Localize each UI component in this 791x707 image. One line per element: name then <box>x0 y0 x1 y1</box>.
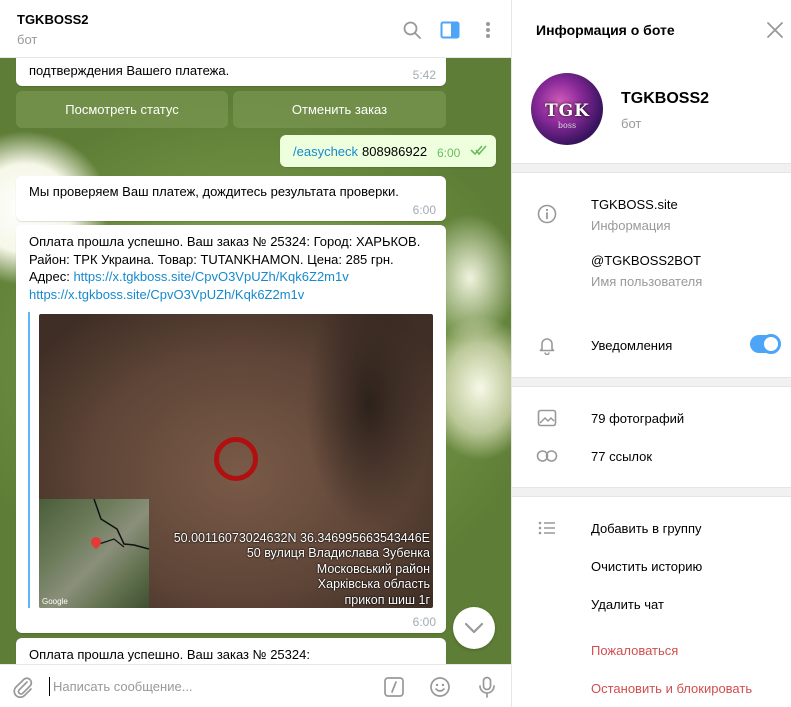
section-divider <box>512 487 791 497</box>
bot-role: бот <box>621 116 642 131</box>
google-logo: Google <box>42 597 68 606</box>
more-vertical-icon[interactable] <box>477 19 499 41</box>
view-status-button[interactable]: Посмотреть статус <box>16 91 228 128</box>
bot-site-label: Информация <box>591 218 671 233</box>
scroll-down-button[interactable] <box>453 607 495 649</box>
add-to-group-button[interactable]: Добавить в группу <box>591 521 702 536</box>
outgoing-message[interactable]: /easycheck 808986922 6:00 <box>280 135 496 167</box>
message-line: Адрес: https://x.tgkboss.site/CpvO3VpUZh… <box>29 268 349 286</box>
address-link[interactable]: https://x.tgkboss.site/CpvO3VpUZh/Kqk6Z2… <box>73 269 348 284</box>
command-link[interactable]: /easycheck <box>293 144 358 159</box>
bot-username-label: Имя пользователя <box>591 274 703 289</box>
message-text: подтверждения Вашего платежа. <box>29 63 230 78</box>
section-divider <box>512 377 791 387</box>
notifications-label: Уведомления <box>591 338 673 353</box>
message-bubble[interactable]: Мы проверяем Ваш платеж, дождитесь резул… <box>16 176 446 221</box>
address-link-2[interactable]: https://x.tgkboss.site/CpvO3VpUZh/Kqk6Z2… <box>29 286 304 304</box>
notifications-toggle[interactable] <box>750 334 781 354</box>
chat-header: TGKBOSS2 бот <box>0 0 511 58</box>
message-text: Мы проверяем Ваш платеж, дождитесь резул… <box>29 184 399 199</box>
avatar-logo: TGK <box>545 101 590 121</box>
bot-site[interactable]: TGKBOSS.site <box>591 197 678 212</box>
panel-title: Информация о боте <box>536 22 675 38</box>
bell-icon <box>536 334 558 356</box>
read-check-icon <box>470 144 488 159</box>
caption-line: 50 вулиця Владислава Зубенка <box>246 546 430 560</box>
cancel-order-button[interactable]: Отменить заказ <box>233 91 446 128</box>
sidebar-toggle-icon[interactable] <box>439 19 461 41</box>
microphone-icon[interactable] <box>475 675 499 699</box>
info-icon <box>536 203 558 225</box>
message-time: 6:00 <box>412 615 436 629</box>
caption-line: 50.00116073024632N 36.346995663543446E <box>173 530 430 545</box>
close-icon[interactable] <box>765 20 785 40</box>
delete-chat-button[interactable]: Удалить чат <box>591 597 664 612</box>
photo-caption: 50.00116073024632N 36.346995663543446E 5… <box>174 531 430 609</box>
chat-title[interactable]: TGKBOSS2 <box>17 12 89 27</box>
bot-command-icon[interactable] <box>382 675 406 699</box>
message-composer: Написать сообщение... <box>0 664 511 707</box>
message-time: 6:00 <box>412 203 436 217</box>
attach-icon[interactable] <box>11 675 35 699</box>
avatar-logo-sub: boss <box>557 121 577 130</box>
web-preview-bar <box>28 312 30 608</box>
emoji-icon[interactable] <box>428 675 452 699</box>
clear-history-button[interactable]: Очистить историю <box>591 559 702 574</box>
message-line: Район: ТРК Украина. Товар: TUTANKHAMON. … <box>29 251 394 267</box>
text-caret <box>49 677 50 696</box>
list-icon <box>536 517 558 539</box>
bot-username[interactable]: @TGKBOSS2BOT <box>591 253 701 268</box>
avatar[interactable]: TGK boss <box>531 73 603 145</box>
message-text: 808986922 <box>362 144 428 159</box>
search-icon[interactable] <box>401 19 423 41</box>
caption-line: Харківська область <box>317 577 430 591</box>
caption-line: прикоп шиш 1г <box>344 592 430 607</box>
location-photo[interactable]: Google 50.00116073024632N 36.34699566354… <box>39 314 433 608</box>
links-count[interactable]: 77 ссылок <box>591 449 652 464</box>
message-input[interactable]: Написать сообщение... <box>53 679 193 694</box>
chat-subtitle: бот <box>17 32 38 47</box>
link-icon <box>536 445 558 467</box>
bot-info-panel: Информация о боте TGK boss TGKBOSS2 бот … <box>511 0 791 707</box>
bot-name: TGKBOSS2 <box>621 90 710 107</box>
caption-line: Московський район <box>316 561 430 576</box>
target-circle <box>214 437 258 481</box>
photo-icon <box>536 407 558 429</box>
message-time: 6:00 <box>437 146 461 160</box>
chevron-down-icon <box>464 622 484 634</box>
stop-and-block-button[interactable]: Остановить и блокировать <box>591 681 752 696</box>
section-divider <box>512 163 791 173</box>
toggle-knob <box>761 334 781 354</box>
address-label: Адрес: <box>29 269 74 284</box>
map-thumbnail: Google <box>39 499 149 608</box>
message-text: Оплата прошла успешно. Ваш заказ № 25324… <box>29 647 310 662</box>
message-line: Оплата прошла успешно. Ваш заказ № 25324… <box>29 234 421 249</box>
photos-count[interactable]: 79 фотографий <box>591 411 684 426</box>
message-time: 5:42 <box>412 68 436 82</box>
map-road-lines <box>93 499 149 550</box>
chat-area: подтверждения Вашего платежа. 5:42 Посмо… <box>0 0 511 707</box>
report-button[interactable]: Пожаловаться <box>591 643 678 658</box>
